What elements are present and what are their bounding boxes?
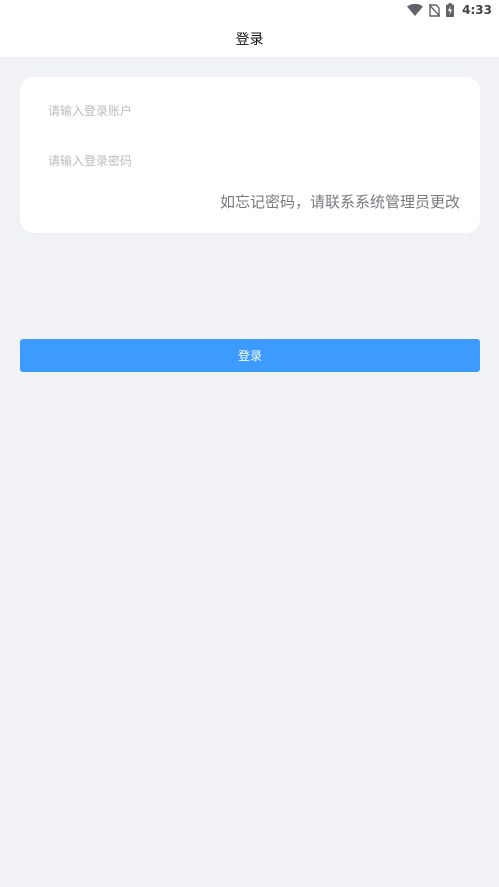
- login-form-card: 如忘记密码，请联系系统管理员更改: [20, 77, 480, 233]
- password-input[interactable]: [48, 149, 458, 173]
- battery-charging-icon: [446, 3, 455, 17]
- nav-bar: 登录: [0, 20, 499, 57]
- status-time: 4:33: [462, 3, 492, 17]
- forgot-password-hint: 如忘记密码，请联系系统管理员更改: [219, 193, 460, 211]
- page-title: 登录: [235, 31, 264, 48]
- login-button[interactable]: 登录: [20, 339, 480, 372]
- account-input[interactable]: [48, 99, 458, 123]
- no-sim-icon: [429, 3, 441, 17]
- status-bar: 4:33: [0, 0, 499, 20]
- wifi-icon: [407, 4, 424, 16]
